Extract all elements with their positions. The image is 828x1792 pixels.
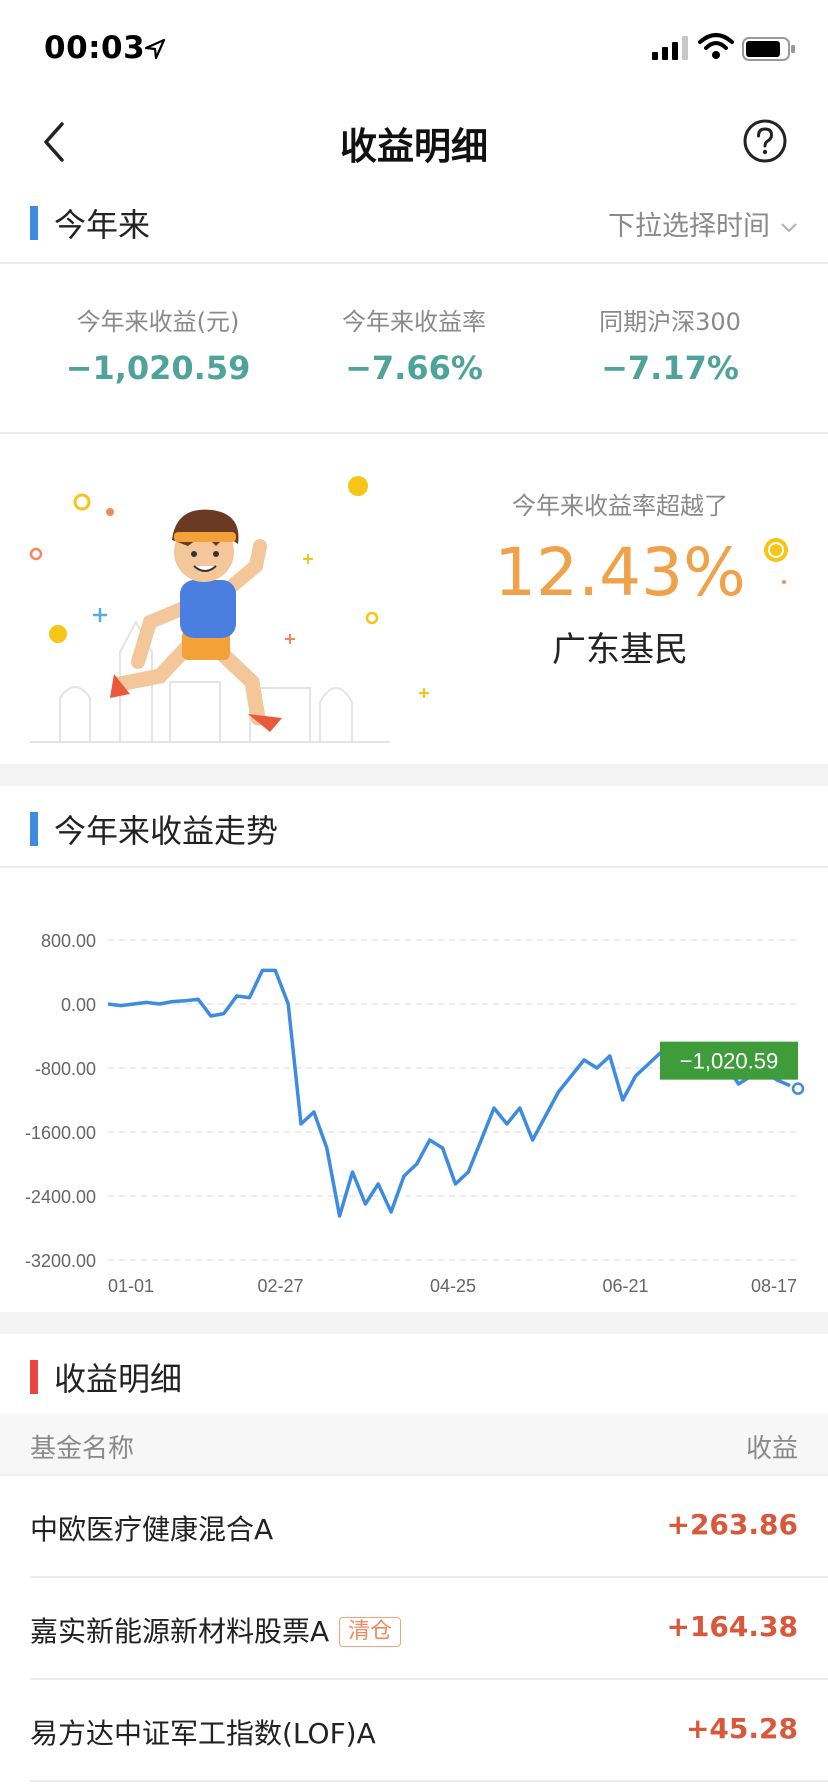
profit-line xyxy=(107,968,791,1218)
fund-profit: +263.86 xyxy=(666,1508,798,1541)
fund-profit: +45.28 xyxy=(685,1712,798,1745)
x-tick-label: 02-27 xyxy=(257,1276,303,1296)
banner-percent: 12.43% xyxy=(494,534,746,611)
y-tick-label: -3200.00 xyxy=(25,1251,96,1271)
cleared-badge: 清仓 xyxy=(339,1617,402,1647)
divider xyxy=(0,432,828,434)
profit-trend-chart: 800.00 0.00 -800.00 -1600.00 -2400.00 -3200.0… xyxy=(25,931,805,1296)
section-title: 今年来 xyxy=(54,206,151,244)
status-time: 00:03 xyxy=(44,30,146,66)
status-bar: 00:03 xyxy=(0,0,828,100)
column-header-profit: 收益 xyxy=(745,1434,798,1464)
divider xyxy=(0,866,828,868)
fund-name-text: 易方达中证军工指数(LOF)A xyxy=(30,1717,376,1750)
x-tick-label: 06-21 xyxy=(602,1276,648,1296)
stat-value: −7.66% xyxy=(345,349,483,387)
chevron-down-icon xyxy=(781,222,797,232)
fund-profit: +164.38 xyxy=(666,1610,798,1643)
section-accent-bar xyxy=(30,1360,38,1394)
y-tick-label: 800.00 xyxy=(41,931,96,951)
divider xyxy=(0,262,828,264)
x-tick-label: 04-25 xyxy=(430,1276,476,1296)
table-header: 基金名称 收益 xyxy=(0,1414,828,1474)
signal-icon xyxy=(652,36,688,60)
battery-icon xyxy=(742,37,795,61)
fund-name: 中欧医疗健康混合A xyxy=(30,1508,273,1548)
stat-label: 同期沪深300 xyxy=(599,308,741,336)
column-header-name: 基金名称 xyxy=(30,1434,135,1464)
x-tick-label: 08-17 xyxy=(751,1276,797,1296)
fund-row[interactable]: 中欧医疗健康混合A +263.86 xyxy=(0,1476,828,1578)
section-gap xyxy=(0,1312,828,1334)
section-accent-bar xyxy=(30,206,38,240)
ytd-section-header: 今年来 下拉选择时间 xyxy=(0,180,828,264)
banner-label: 今年来收益率超越了 xyxy=(512,492,728,520)
banner-region: 广东基民 xyxy=(552,630,688,670)
fund-name-text: 嘉实新能源新材料股票A xyxy=(30,1615,330,1648)
fund-name-text: 中欧医疗健康混合A xyxy=(30,1513,274,1546)
y-tick-label: -2400.00 xyxy=(25,1187,96,1207)
stat-label: 今年来收益(元) xyxy=(76,308,240,336)
y-tick-label: -800.00 xyxy=(35,1059,96,1079)
section-title: 收益明细 xyxy=(54,1360,183,1398)
y-tick-label: 0.00 xyxy=(61,995,96,1015)
stat-csi300: 同期沪深300 −7.17% xyxy=(532,302,808,387)
fund-name: 易方达中证军工指数(LOF)A xyxy=(30,1712,376,1752)
tooltip-label: −1,020.59 xyxy=(680,1049,778,1074)
runner-illustration xyxy=(29,476,429,743)
stat-ytd-profit: 今年来收益(元) −1,020.59 xyxy=(20,302,296,387)
coin-icon xyxy=(764,538,788,584)
fund-row[interactable]: 易方达中证军工指数(LOF)A +45.28 xyxy=(0,1680,828,1782)
stat-value: −1,020.59 xyxy=(65,349,251,387)
location-arrow-icon xyxy=(144,38,166,60)
detail-section-header: 收益明细 xyxy=(0,1334,828,1418)
section-gap xyxy=(0,764,828,786)
x-tick-label: 01-01 xyxy=(108,1276,154,1296)
time-select-dropdown[interactable]: 下拉选择时间 xyxy=(608,204,798,243)
stat-value: −7.17% xyxy=(601,349,739,387)
row-divider xyxy=(30,1780,828,1782)
help-icon[interactable] xyxy=(742,118,788,164)
section-accent-bar xyxy=(30,812,38,846)
stat-label: 今年来收益率 xyxy=(342,308,486,336)
time-select-label: 下拉选择时间 xyxy=(608,211,770,242)
section-title: 今年来收益走势 xyxy=(54,812,279,850)
fund-name: 嘉实新能源新材料股票A 清仓 xyxy=(30,1610,402,1650)
page-title: 收益明细 xyxy=(340,125,488,168)
fund-row[interactable]: 嘉实新能源新材料股票A 清仓 +164.38 xyxy=(0,1578,828,1680)
last-point-marker xyxy=(791,1082,805,1095)
trend-section-header: 今年来收益走势 xyxy=(0,786,828,870)
stat-ytd-rate: 今年来收益率 −7.66% xyxy=(276,302,552,387)
wifi-icon xyxy=(698,33,734,59)
y-tick-label: -1600.00 xyxy=(25,1123,96,1143)
